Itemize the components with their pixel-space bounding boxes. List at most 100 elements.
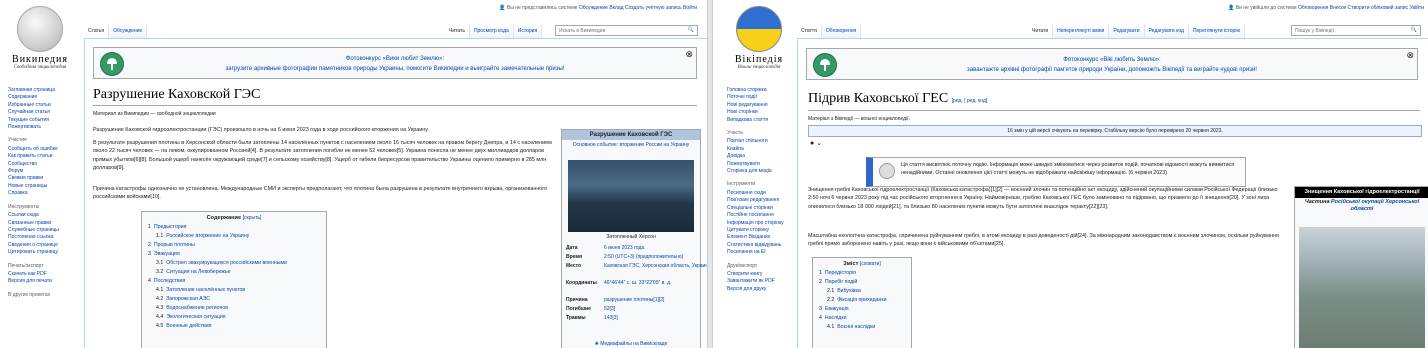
tab-edit[interactable]: Редагувати — [1109, 24, 1145, 38]
tab-edit-source[interactable]: Редагувати код — [1144, 24, 1189, 38]
sidebar-item-main-1[interactable]: Поточні події — [727, 94, 801, 101]
sidebar-item-participation-6[interactable]: Справка — [8, 190, 82, 197]
sidebar-item-print-0[interactable]: Скачать как PDF — [8, 271, 82, 278]
tab-history[interactable]: Переглянути історію — [1188, 24, 1246, 38]
toc-item[interactable]: 4.4 Экологическая ситуация — [148, 313, 320, 322]
sidebar-item-print-1[interactable]: Завантажити як PDF — [727, 278, 801, 285]
tab-pending-changes[interactable]: Непереглянуті зміни — [1053, 24, 1110, 38]
sidebar-item-tools-0[interactable]: Ссылки сюда — [8, 212, 82, 219]
contribs-link[interactable]: Вклад — [609, 5, 623, 11]
login-link[interactable]: Войти — [683, 5, 697, 11]
toc-item[interactable]: 2 Прорыв плотины — [148, 241, 320, 250]
tab-article[interactable]: Стаття — [797, 24, 822, 38]
toc-item[interactable]: 2 Перебіг подій — [819, 278, 905, 287]
toc-item[interactable]: 1.1 Российское вторжение на Украину — [148, 232, 320, 241]
sidebar-item-participation-0[interactable]: Сообщить об ошибке — [8, 146, 82, 153]
sidebar-item-tools-8[interactable]: Посилання на ЕІ — [727, 249, 801, 256]
sidebar-item-tools-5[interactable]: Цитировать страницу — [8, 249, 82, 256]
search-icon[interactable]: 🔍 — [1411, 27, 1417, 33]
sidebar-item-main-1[interactable]: Содержание — [8, 94, 82, 101]
flooded-kherson-photo[interactable] — [568, 160, 694, 232]
toc-toggle[interactable]: [скрыть] — [243, 215, 262, 221]
sidebar-item-participation-4[interactable]: Сторінка для медіа — [727, 168, 801, 175]
sidebar-item-participation-0[interactable]: Портал спільноти — [727, 138, 801, 145]
sidebar-item-tools-3[interactable]: Постійне посилання — [727, 212, 801, 219]
sidebar-item-tools-4[interactable]: Інформація про сторінку — [727, 220, 801, 227]
toc-item[interactable]: 1 Передісторія — [819, 269, 905, 278]
create-account-link[interactable]: Створити обліковий запис — [1348, 5, 1409, 11]
sidebar-item-tools-2[interactable]: Спеціальні сторінки — [727, 205, 801, 212]
edit-section-links[interactable]: [ред. | ред. код] — [952, 98, 988, 104]
toc-item[interactable]: 2.2 Фіксація прихиданки — [819, 296, 905, 305]
sidebar-item-participation-3[interactable]: Форум — [8, 168, 82, 175]
infobox-subtitle[interactable]: Основное событие: вторжение России на Ук… — [562, 140, 700, 151]
toc-item[interactable]: 4 Наслідки — [819, 314, 905, 323]
tab-article[interactable]: Статья — [84, 24, 110, 38]
sidebar-item-participation-1[interactable]: Кнайпа — [727, 146, 801, 153]
sidebar-item-tools-1[interactable]: Пов'язані редагування — [727, 197, 801, 204]
sidebar-item-main-4[interactable]: Випадкова стаття — [727, 117, 801, 124]
infobox-row-value[interactable]: 52[3] — [604, 306, 615, 312]
sidebar-item-main-0[interactable]: Заглавная страница — [8, 87, 82, 94]
sidebar-item-participation-1[interactable]: Как править статьи — [8, 153, 82, 160]
tab-read[interactable]: Читати — [1028, 24, 1054, 38]
sidebar-item-participation-3[interactable]: Пожертвувати — [727, 161, 801, 168]
contribs-link[interactable]: Внесок — [1330, 5, 1346, 11]
sidebar-item-print-0[interactable]: Створити книгу — [727, 271, 801, 278]
toc-item[interactable]: 4.1 Затопление населённых пунктов — [148, 286, 320, 295]
sidebar-item-tools-4[interactable]: Сведения о странице — [8, 242, 82, 249]
tab-talk[interactable]: Обсуждение — [109, 24, 148, 38]
toc-item[interactable]: 4.1 Воєнні наслідки — [819, 323, 905, 332]
sidebar-item-tools-7[interactable]: Статистика відвідувань — [727, 242, 801, 249]
sidebar-item-tools-0[interactable]: Посилання сюди — [727, 190, 801, 197]
toc-item[interactable]: 4.3 Водоснабжение регионов — [148, 304, 320, 313]
sidebar-item-main-2[interactable]: Нові редагування — [727, 102, 801, 109]
banner-line1[interactable]: Фотоконкурс «Вікі любить Землю»: — [807, 57, 1417, 63]
search-input[interactable]: Пошук у Вікіпедії 🔍 — [1291, 25, 1421, 36]
talk-link[interactable]: Обсуждение — [579, 5, 608, 11]
infobox-row-value[interactable]: разрушение плотины[1][2] — [604, 297, 664, 303]
toc-item[interactable]: 4 Последствия — [148, 277, 320, 286]
toc-item[interactable]: 3.2 Ситуация на Левобережье — [148, 268, 320, 277]
review-dropdown[interactable]: ● ⌄ — [810, 139, 822, 147]
infobox-row-value[interactable]: 143[3] — [604, 315, 618, 321]
sidebar-item-main-5[interactable]: Пожертвовать — [8, 124, 82, 131]
sidebar-item-print-1[interactable]: Версия для печати — [8, 278, 82, 285]
talk-link[interactable]: Обговорення — [1298, 5, 1328, 11]
tab-read[interactable]: Читать — [445, 24, 470, 38]
banner-line2[interactable]: завантажте архівні фотографії пам'яток п… — [807, 67, 1417, 73]
sidebar-item-main-3[interactable]: Нові сторінки — [727, 109, 801, 116]
wikipedia-logo[interactable]: Википедия Свободная энциклопедия — [8, 6, 72, 70]
commons-link[interactable]: ❀ Медиафайлы на Викискладе — [562, 341, 700, 347]
tab-talk[interactable]: Обговорення — [821, 24, 862, 38]
toc-item[interactable]: 1 Предыстория — [148, 223, 320, 232]
sidebar-item-tools-1[interactable]: Связанные правки — [8, 220, 82, 227]
sidebar-item-tools-3[interactable]: Постоянная ссылка — [8, 234, 82, 241]
toc-toggle[interactable]: [сховати] — [860, 261, 881, 267]
sidebar-item-main-4[interactable]: Текущие события — [8, 117, 82, 124]
pending-review-notice[interactable]: 16 змін у цій версії очікують на перевір… — [808, 125, 1422, 137]
toc-item[interactable]: 2.1 Вибухівка — [819, 287, 905, 296]
sidebar-item-tools-2[interactable]: Служебные страницы — [8, 227, 82, 234]
toc-item[interactable]: 3 Эвакуация — [148, 250, 320, 259]
banner-line2[interactable]: загрузите архивные фотографии памятников… — [94, 66, 696, 72]
search-input[interactable]: Искать в Википедии 🔍 — [555, 25, 698, 36]
banner-line1[interactable]: Фотоконкурс «Вики любит Землю»: — [94, 56, 696, 62]
login-link[interactable]: Увійти — [1409, 5, 1424, 11]
toc-item[interactable]: 4.5 Военные действия — [148, 322, 320, 331]
infobox-row-value[interactable]: 46°46′44″ с. ш. 33°22′09″ в. д. — [604, 280, 671, 286]
sidebar-item-main-0[interactable]: Головна сторінка — [727, 87, 801, 94]
sidebar-item-tools-6[interactable]: Елемент Вікіданих — [727, 234, 801, 241]
sidebar-item-main-2[interactable]: Избранные статьи — [8, 102, 82, 109]
toc-item[interactable]: 4.2 Запорожская АЭС — [148, 295, 320, 304]
sidebar-item-participation-4[interactable]: Свежие правки — [8, 175, 82, 182]
toc-item[interactable]: 3.1 Обстрел эвакуирующихся российскими во… — [148, 259, 320, 268]
wikipedia-logo[interactable]: Вікіпедія Вільна енциклопедія — [727, 6, 791, 70]
sidebar-item-main-3[interactable]: Случайная статья — [8, 109, 82, 116]
search-icon[interactable]: 🔍 — [688, 27, 694, 33]
tab-view-source[interactable]: Просмотр кода — [469, 24, 514, 38]
infobox-row-value[interactable]: 6 июня 2023 года — [604, 245, 644, 251]
infobox-row-value[interactable]: Каховская ГЭС, Херсонская область, Украи… — [604, 263, 707, 269]
create-account-link[interactable]: Создать учётную запись — [625, 5, 682, 11]
sidebar-item-participation-2[interactable]: Сообщество — [8, 161, 82, 168]
